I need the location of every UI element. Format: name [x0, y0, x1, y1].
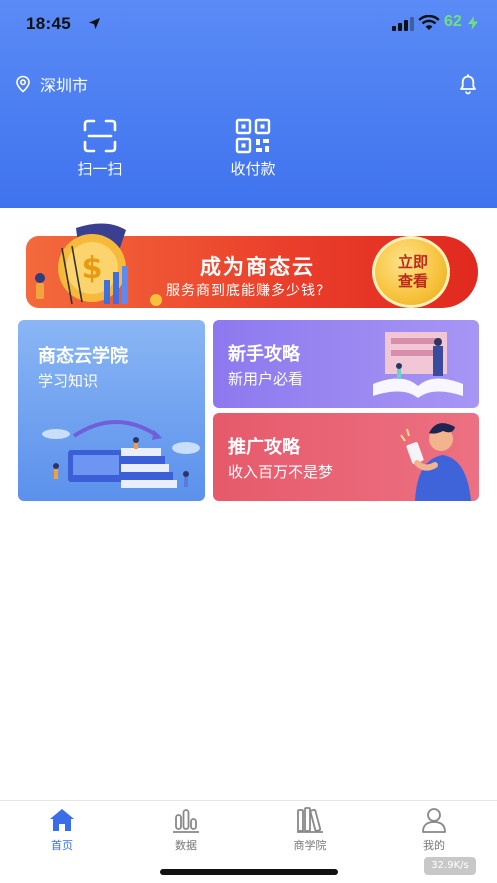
- tab-home-label: 首页: [51, 839, 73, 852]
- scan-button[interactable]: 扫一扫: [55, 118, 145, 178]
- user-icon: [422, 808, 446, 833]
- banner-cta-button[interactable]: 立即 查看: [372, 236, 450, 308]
- bell-icon[interactable]: [456, 72, 480, 96]
- battery-level: 62: [444, 13, 462, 30]
- scan-label: 扫一扫: [77, 160, 123, 178]
- newbie-guide-card[interactable]: 新手攻略 新用户必看: [213, 320, 479, 408]
- tab-home[interactable]: 首页: [22, 805, 102, 855]
- banner-cta-line-2: 查看: [397, 272, 428, 290]
- person-phone-illustration-icon: [400, 423, 471, 501]
- qr-code-icon: [235, 118, 271, 154]
- promotion-guide-card[interactable]: 推广攻略 收入百万不是梦: [213, 413, 479, 501]
- network-speed-badge: 32.9K/s: [424, 857, 476, 875]
- signal-icon: [392, 17, 414, 31]
- wifi-icon: [418, 15, 440, 30]
- banner-title: 成为商态云: [200, 255, 315, 279]
- scan-icon: [83, 119, 117, 153]
- academy-card[interactable]: 商态云学院 学习知识: [18, 320, 205, 501]
- charging-bolt-icon: [468, 16, 478, 30]
- payment-label: 收付款: [230, 160, 276, 178]
- academy-card-subtitle: 学习知识: [38, 372, 99, 390]
- tab-data-label: 数据: [175, 839, 197, 852]
- tab-data[interactable]: 数据: [146, 805, 226, 855]
- status-time: 18:45: [26, 14, 71, 33]
- payment-button[interactable]: 收付款: [208, 118, 298, 178]
- status-bar: 18:45 62: [0, 0, 497, 50]
- learning-illustration-icon: [42, 420, 200, 488]
- location-pin-icon: [16, 75, 30, 93]
- home-icon: [50, 809, 74, 831]
- newbie-card-title: 新手攻略: [228, 344, 300, 365]
- tab-business-school[interactable]: 商学院: [270, 805, 350, 855]
- books-icon: [297, 807, 323, 833]
- books-illustration-icon: [373, 332, 463, 398]
- svg-text:$: $: [82, 251, 103, 286]
- location-selector[interactable]: 深圳市: [14, 72, 88, 96]
- promo-card-title: 推广攻略: [228, 437, 300, 458]
- header: 18:45 62 深圳市 扫一扫 收付款: [0, 0, 497, 208]
- promo-banner[interactable]: $ 成为商态云 服务商到底能赚多少钱? 立即 查看: [16, 218, 482, 314]
- newbie-card-subtitle: 新用户必看: [228, 370, 304, 388]
- tab-mine[interactable]: 我的: [394, 805, 474, 855]
- banner-cta-label: 立即 查看: [393, 253, 433, 291]
- banner-subtitle: 服务商到底能赚多少钱?: [166, 283, 325, 299]
- location-city: 深圳市: [40, 76, 89, 95]
- bar-chart-icon: [173, 809, 199, 833]
- coin-illustration-icon: $: [35, 223, 162, 306]
- location-arrow-icon: [88, 17, 101, 30]
- tab-business-school-label: 商学院: [293, 839, 327, 852]
- banner-cta-line-1: 立即: [397, 253, 428, 271]
- promo-card-subtitle: 收入百万不是梦: [228, 463, 334, 481]
- tab-mine-label: 我的: [423, 839, 445, 852]
- home-indicator[interactable]: [160, 869, 338, 875]
- academy-card-title: 商态云学院: [38, 346, 128, 367]
